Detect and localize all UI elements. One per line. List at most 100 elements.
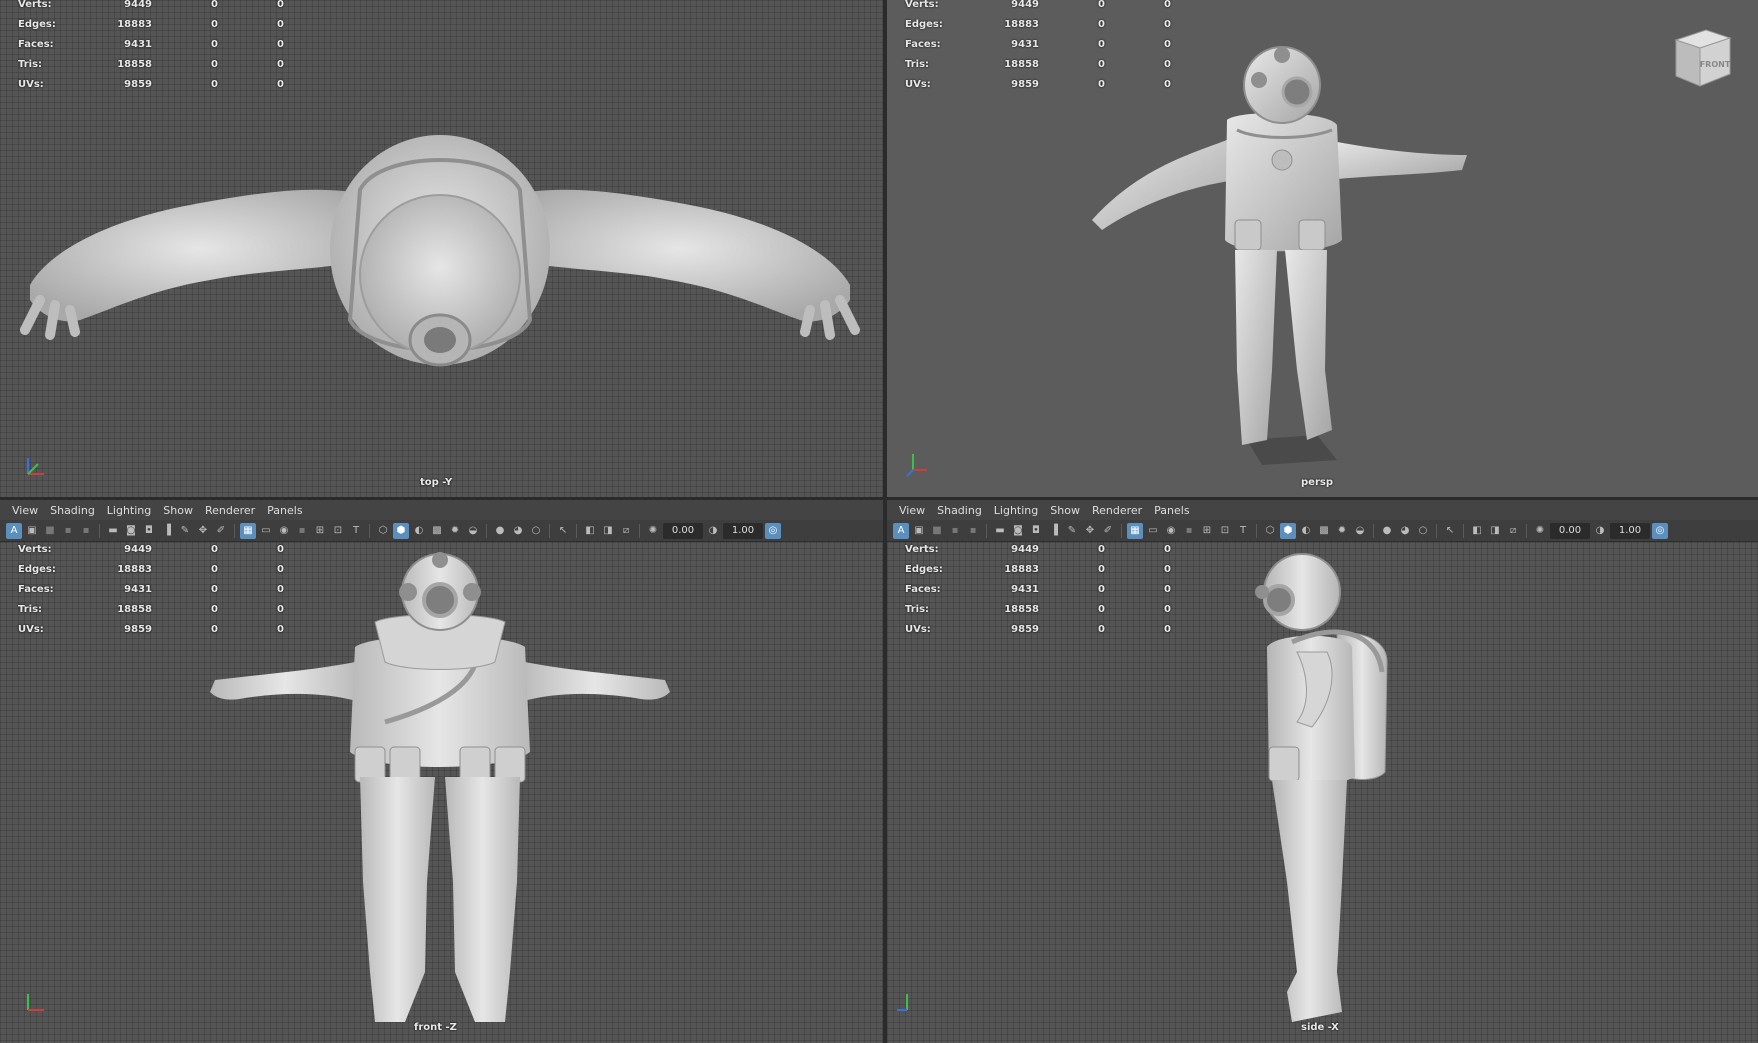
bookmark-flag-icon[interactable]: ▐ <box>159 523 175 539</box>
image-plane-icon[interactable]: ▪ <box>60 523 76 539</box>
ambient-occlusion-icon[interactable]: ● <box>1379 523 1395 539</box>
default-material-icon[interactable]: ◐ <box>411 523 427 539</box>
diver-model-side[interactable] <box>1237 552 1407 1030</box>
gamma-icon[interactable]: ◑ <box>1592 523 1608 539</box>
textured-icon[interactable]: ▩ <box>429 523 445 539</box>
menu-shading[interactable]: Shading <box>933 504 990 517</box>
grid-icon[interactable]: ▦ <box>1127 522 1143 539</box>
menu-view[interactable]: View <box>8 504 46 517</box>
safe-title-icon[interactable]: T <box>348 523 364 539</box>
grid-icon[interactable]: ▦ <box>240 522 256 539</box>
gate-mask-icon[interactable]: ▪ <box>1181 523 1197 539</box>
menu-view[interactable]: View <box>895 504 933 517</box>
film-gate-icon[interactable]: ▭ <box>1145 523 1161 539</box>
xray-active-icon[interactable]: ⧄ <box>1505 523 1521 539</box>
menu-panels[interactable]: Panels <box>263 504 310 517</box>
camera-bookmark-icon[interactable]: ◘ <box>1028 523 1044 539</box>
isolate-select-icon[interactable]: ↖ <box>555 523 571 539</box>
xray-active-icon[interactable]: ⧄ <box>618 523 634 539</box>
select-camera-icon[interactable]: A <box>893 522 909 539</box>
wireframe-icon[interactable]: ⬡ <box>1262 523 1278 539</box>
bookmark-icon[interactable]: ■ <box>929 523 945 539</box>
select-camera-icon[interactable]: A <box>6 522 22 539</box>
field-chart-icon[interactable]: ⊞ <box>1199 523 1215 539</box>
bookmark-flag-icon[interactable]: ▐ <box>1046 523 1062 539</box>
camera-attributes-icon[interactable]: ▣ <box>24 523 40 539</box>
camera-icon[interactable]: ▬ <box>105 523 121 539</box>
safe-title-icon[interactable]: T <box>1235 523 1251 539</box>
motion-blur-icon[interactable]: ◕ <box>1397 523 1413 539</box>
view-cube[interactable]: FRONT <box>1666 22 1736 92</box>
safe-action-icon[interactable]: ⊡ <box>1217 523 1233 539</box>
ambient-occlusion-icon[interactable]: ● <box>492 523 508 539</box>
camera-label-front: front -Z <box>414 1022 457 1033</box>
motion-blur-icon[interactable]: ◕ <box>510 523 526 539</box>
shadows-icon[interactable]: ◒ <box>465 523 481 539</box>
snap-icon[interactable]: ✥ <box>1082 523 1098 539</box>
gamma-field[interactable]: 1.00 <box>723 522 763 539</box>
panel-toolbar-side: A ▣ ■ ▪ ▪ ▬ ◙ ◘ ▐ ✎ ✥ ✐ ▦ ▭ ◉ ▪ ⊞ ⊡ T ⬡ … <box>887 520 1758 542</box>
viewport-persp[interactable]: Verts: 9449 0 0 Edges: 18883 0 0 Faces: 9431 0 0 … <box>887 0 1758 497</box>
grease-pencil-icon[interactable]: ✎ <box>177 523 193 539</box>
color-management-icon[interactable]: ◎ <box>765 522 781 539</box>
camera-bookmark-icon[interactable]: ◘ <box>141 523 157 539</box>
menu-lighting[interactable]: Lighting <box>990 504 1046 517</box>
menu-panels[interactable]: Panels <box>1150 504 1197 517</box>
default-material-icon[interactable]: ◐ <box>1298 523 1314 539</box>
safe-action-icon[interactable]: ⊡ <box>330 523 346 539</box>
viewport-front[interactable]: View Shading Lighting Show Renderer Pane… <box>0 500 883 1043</box>
menu-show[interactable]: Show <box>159 504 201 517</box>
exposure-icon[interactable]: ✺ <box>1532 523 1548 539</box>
poly-count-hud-side: Verts: 9449 0 0 Edges: 18883 0 0 Faces: 9431 0 0 … <box>905 544 1171 635</box>
xray-joints-icon[interactable]: ◨ <box>600 523 616 539</box>
camera-lock-icon[interactable]: ◙ <box>123 523 139 539</box>
color-management-icon[interactable]: ◎ <box>1652 522 1668 539</box>
shadows-icon[interactable]: ◒ <box>1352 523 1368 539</box>
gamma-icon[interactable]: ◑ <box>705 523 721 539</box>
exposure-field[interactable]: 0.00 <box>1550 522 1590 539</box>
pencil-icon[interactable]: ✐ <box>213 523 229 539</box>
2d-pan-zoom-icon[interactable]: ▪ <box>965 523 981 539</box>
gate-mask-icon[interactable]: ▪ <box>294 523 310 539</box>
textured-icon[interactable]: ▩ <box>1316 523 1332 539</box>
diver-model-persp[interactable] <box>1087 40 1497 480</box>
exposure-icon[interactable]: ✺ <box>645 523 661 539</box>
field-chart-icon[interactable]: ⊞ <box>312 523 328 539</box>
viewport-top[interactable]: Verts: 9449 0 0 Edges: 18883 0 0 Faces: 9431 0 0 … <box>0 0 883 497</box>
bookmark-icon[interactable]: ■ <box>42 523 58 539</box>
menu-show[interactable]: Show <box>1046 504 1088 517</box>
anti-aliasing-icon[interactable]: ○ <box>528 523 544 539</box>
diver-model-top[interactable] <box>20 110 860 390</box>
toolbar-separator <box>1373 523 1374 538</box>
viewport-side[interactable]: View Shading Lighting Show Renderer Pane… <box>887 500 1758 1043</box>
pencil-icon[interactable]: ✐ <box>1100 523 1116 539</box>
gamma-field[interactable]: 1.00 <box>1610 522 1650 539</box>
lights-icon[interactable]: ✹ <box>1334 523 1350 539</box>
smooth-shade-icon[interactable]: ⬢ <box>393 522 409 539</box>
camera-icon[interactable]: ▬ <box>992 523 1008 539</box>
lights-icon[interactable]: ✹ <box>447 523 463 539</box>
xray-joints-icon[interactable]: ◨ <box>1487 523 1503 539</box>
camera-lock-icon[interactable]: ◙ <box>1010 523 1026 539</box>
film-gate-icon[interactable]: ▭ <box>258 523 274 539</box>
menu-lighting[interactable]: Lighting <box>103 504 159 517</box>
xray-icon[interactable]: ◧ <box>1469 523 1485 539</box>
menu-renderer[interactable]: Renderer <box>1088 504 1150 517</box>
exposure-field[interactable]: 0.00 <box>663 522 703 539</box>
snap-icon[interactable]: ✥ <box>195 523 211 539</box>
toolbar-separator <box>549 523 550 538</box>
2d-pan-zoom-icon[interactable]: ▪ <box>78 523 94 539</box>
camera-attributes-icon[interactable]: ▣ <box>911 523 927 539</box>
diver-model-front[interactable] <box>205 552 675 1030</box>
smooth-shade-icon[interactable]: ⬢ <box>1280 522 1296 539</box>
menu-renderer[interactable]: Renderer <box>201 504 263 517</box>
xray-icon[interactable]: ◧ <box>582 523 598 539</box>
grease-pencil-icon[interactable]: ✎ <box>1064 523 1080 539</box>
menu-shading[interactable]: Shading <box>46 504 103 517</box>
isolate-select-icon[interactable]: ↖ <box>1442 523 1458 539</box>
wireframe-icon[interactable]: ⬡ <box>375 523 391 539</box>
resolution-gate-icon[interactable]: ◉ <box>1163 523 1179 539</box>
resolution-gate-icon[interactable]: ◉ <box>276 523 292 539</box>
anti-aliasing-icon[interactable]: ○ <box>1415 523 1431 539</box>
image-plane-icon[interactable]: ▪ <box>947 523 963 539</box>
